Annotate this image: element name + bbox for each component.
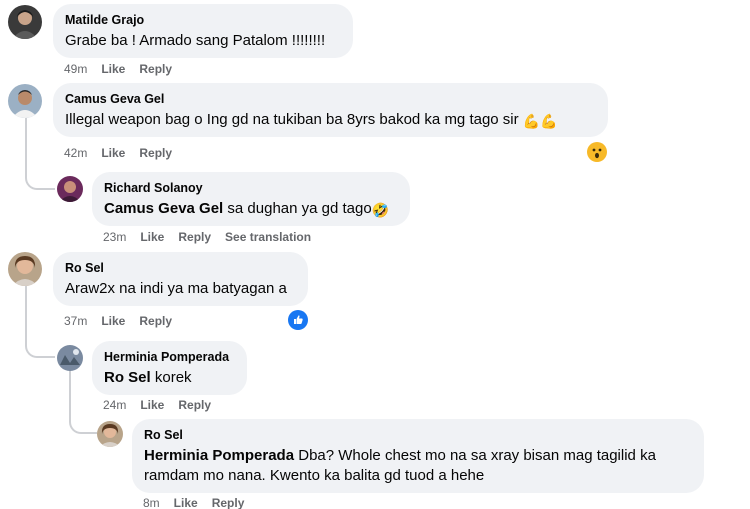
comment-text: Araw2x na indi ya ma batyagan a bbox=[65, 280, 287, 297]
thread-line bbox=[25, 286, 27, 336]
like-button[interactable]: Like bbox=[140, 398, 164, 412]
reply-button[interactable]: Reply bbox=[212, 496, 245, 509]
reply-bubble: Ro Sel Herminia Pomperada Dba? Whole che… bbox=[132, 419, 704, 493]
flexed-biceps-emoji: 💪💪 bbox=[522, 113, 558, 129]
comment-author[interactable]: Camus Geva Gel bbox=[65, 91, 596, 107]
wow-reaction-icon[interactable] bbox=[587, 142, 607, 162]
reply-actions: 8m Like Reply bbox=[143, 496, 258, 509]
mention-link[interactable]: Ro Sel bbox=[104, 369, 151, 386]
reply-text-body: korek bbox=[150, 369, 192, 386]
reply-button[interactable]: Reply bbox=[139, 146, 172, 160]
reply-author[interactable]: Ro Sel bbox=[144, 427, 692, 443]
reply-bubble: Richard Solanoy Camus Geva Gel sa dughan… bbox=[92, 172, 410, 226]
reply-author[interactable]: Herminia Pomperada bbox=[104, 349, 235, 365]
comment-time[interactable]: 49m bbox=[64, 62, 87, 76]
avatar[interactable] bbox=[57, 345, 83, 371]
comment-actions: 42m Like Reply bbox=[64, 146, 186, 160]
reply-text-body: sa dughan ya gd tago bbox=[223, 200, 372, 217]
comment-time[interactable]: 42m bbox=[64, 146, 87, 160]
comment-bubble: Matilde Grajo Grabe ba ! Armado sang Pat… bbox=[53, 4, 353, 58]
reply-text: Camus Geva Gel sa dughan ya gd tago🤣 bbox=[104, 199, 398, 219]
thread-connector bbox=[69, 414, 97, 434]
reply-author[interactable]: Richard Solanoy bbox=[104, 180, 398, 196]
avatar[interactable] bbox=[57, 176, 83, 202]
comment-bubble: Camus Geva Gel Illegal weapon bag o Ing … bbox=[53, 83, 608, 137]
reply-button[interactable]: Reply bbox=[178, 398, 211, 412]
thread-line bbox=[69, 370, 71, 418]
comment-text-body: Illegal weapon bag o Ing gd na tukiban b… bbox=[65, 111, 519, 128]
avatar[interactable] bbox=[97, 421, 123, 447]
comment-bubble: Ro Sel Araw2x na indi ya ma batyagan a bbox=[53, 252, 308, 306]
rolling-laughing-emoji: 🤣 bbox=[371, 202, 390, 218]
comment-actions: 49m Like Reply bbox=[64, 62, 186, 76]
reply-bubble: Herminia Pomperada Ro Sel korek bbox=[92, 341, 247, 395]
thread-connector bbox=[25, 334, 55, 358]
comment-time[interactable]: 37m bbox=[64, 314, 87, 328]
reply-text-line1: Dba? Whole chest mo na sa xray bisan mag… bbox=[294, 447, 656, 464]
avatar[interactable] bbox=[8, 252, 42, 286]
reply-time[interactable]: 23m bbox=[103, 230, 126, 244]
avatar[interactable] bbox=[8, 5, 42, 39]
reply-button[interactable]: Reply bbox=[139, 314, 172, 328]
mention-link[interactable]: Herminia Pomperada bbox=[144, 447, 294, 464]
like-button[interactable]: Like bbox=[101, 146, 125, 160]
reply-button[interactable]: Reply bbox=[178, 230, 211, 244]
reply-text: Ro Sel korek bbox=[104, 368, 235, 388]
like-button[interactable]: Like bbox=[140, 230, 164, 244]
comment-author[interactable]: Ro Sel bbox=[65, 260, 296, 276]
reply-actions: 24m Like Reply bbox=[103, 398, 225, 412]
reply-text: Herminia Pomperada Dba? Whole chest mo n… bbox=[144, 446, 692, 486]
reply-time[interactable]: 8m bbox=[143, 496, 160, 509]
thread-line bbox=[25, 118, 27, 162]
reply-text-line2: ramdam mo nana. Kwento ka balita gd tuod… bbox=[144, 467, 485, 484]
reply-time[interactable]: 24m bbox=[103, 398, 126, 412]
see-translation-link[interactable]: See translation bbox=[225, 230, 311, 244]
like-button[interactable]: Like bbox=[174, 496, 198, 509]
comment-actions: 37m Like Reply bbox=[64, 314, 186, 328]
mention-link[interactable]: Camus Geva Gel bbox=[104, 200, 223, 217]
reply-actions: 23m Like Reply See translation bbox=[103, 230, 325, 244]
reply-button[interactable]: Reply bbox=[139, 62, 172, 76]
comment-text: Grabe ba ! Armado sang Patalom !!!!!!!! bbox=[65, 32, 326, 49]
avatar[interactable] bbox=[8, 84, 42, 118]
like-reaction-icon[interactable] bbox=[288, 310, 308, 330]
comment-text: Illegal weapon bag o Ing gd na tukiban b… bbox=[65, 110, 596, 130]
like-button[interactable]: Like bbox=[101, 62, 125, 76]
like-button[interactable]: Like bbox=[101, 314, 125, 328]
comment-author[interactable]: Matilde Grajo bbox=[65, 12, 341, 28]
thread-connector bbox=[25, 160, 55, 190]
